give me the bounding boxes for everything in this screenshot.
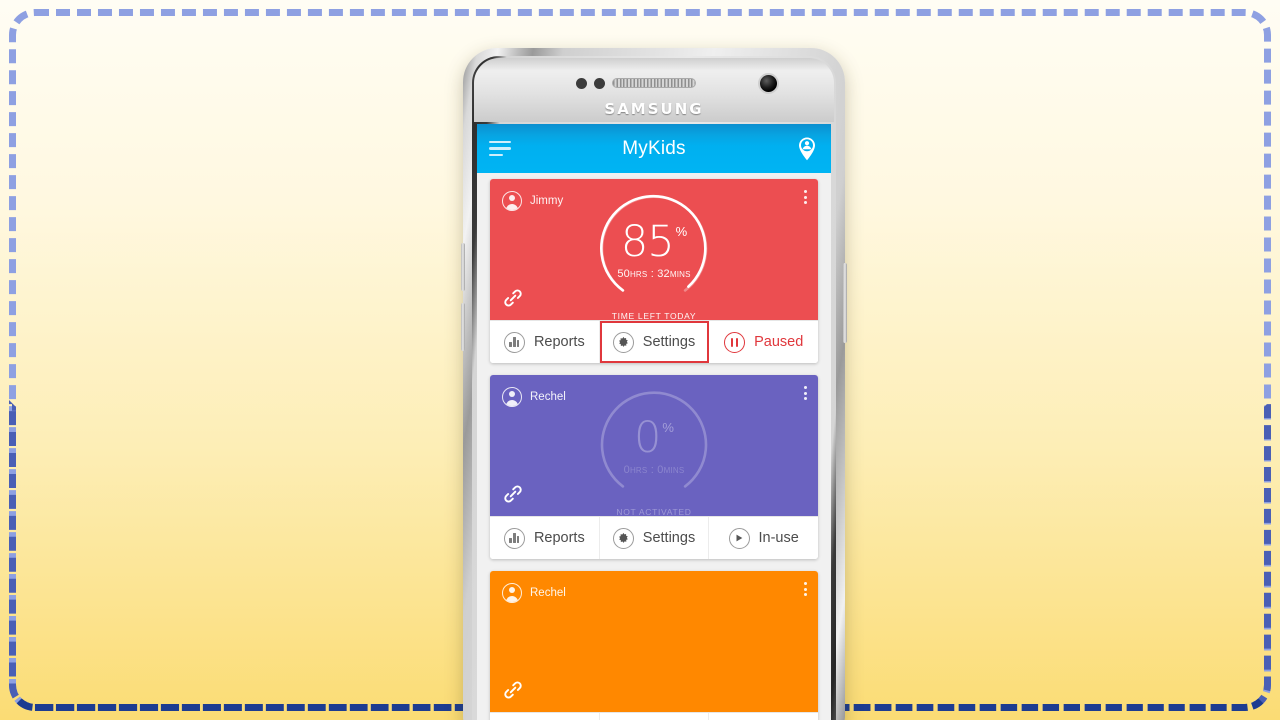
inuse-status-button[interactable]: In-use <box>709 517 818 559</box>
gauge-readout: 85 % 50HRS : 32MINS <box>592 185 716 309</box>
settings-button-label: Settings <box>642 334 696 350</box>
settings-button[interactable]: Settings <box>600 517 710 559</box>
play-icon <box>728 527 750 549</box>
kid-identity: Rechel <box>502 583 566 603</box>
link-chain-icon[interactable] <box>502 679 524 701</box>
gauge-hours-unit: HRS <box>629 269 648 279</box>
kid-name: Jimmy <box>530 195 564 207</box>
user-avatar-icon <box>502 191 522 211</box>
reports-button-label: Reports <box>533 530 585 546</box>
app-bar: MyKids <box>477 124 831 173</box>
kid-name: Rechel <box>530 587 566 599</box>
reports-button[interactable]: Reports <box>490 713 600 720</box>
kid-identity: Rechel <box>502 387 566 407</box>
pause-status-button[interactable]: Paused <box>709 713 818 720</box>
screenshot-canvas: SAMSUNG MyKids Jimmy 85 % 50HRS: 32MINS… <box>0 0 1280 720</box>
light-sensor-icon <box>594 78 605 89</box>
kid-card: Jimmy 85 % 50HRS: 32MINS TIME LEFT TODA… <box>490 179 818 363</box>
volume-up-button[interactable] <box>461 243 465 291</box>
gauge-minutes-unit: MINS <box>663 465 685 475</box>
location-pin-person-icon[interactable] <box>795 136 819 162</box>
proximity-sensor-icon <box>576 78 587 89</box>
device-brand-label: SAMSUNG <box>604 100 704 118</box>
time-gauge: 85 % 50HRS : 32MINS TIME LEFT TODAY <box>592 185 716 321</box>
reports-button[interactable]: Reports <box>490 517 600 559</box>
gauge-percent-sign: % <box>675 223 688 239</box>
gear-icon <box>612 527 634 549</box>
gauge-time-remaining: 0HRS : 0MINS <box>624 464 685 476</box>
front-camera-icon <box>758 73 779 94</box>
gauge-minutes-value: 32 <box>657 267 670 280</box>
kid-card: Rechel <box>490 375 818 559</box>
gauge-percent-sign: % <box>662 419 674 435</box>
gauge-percent-value: 0 <box>634 412 661 463</box>
power-button[interactable] <box>843 263 847 343</box>
earpiece-speaker <box>612 78 696 88</box>
gauge-hours-value: 50 <box>617 267 630 280</box>
bar-chart-icon <box>503 527 525 549</box>
page-title: MyKids <box>622 137 686 159</box>
link-chain-icon[interactable] <box>502 483 524 505</box>
kids-card-list: Jimmy 85 % 50HRS: 32MINS TIME LEFT TODA… <box>477 173 831 720</box>
gauge-percent-value: 85 <box>620 216 675 267</box>
pause-status-button[interactable]: Paused <box>709 321 818 363</box>
kid-name: Rechel <box>530 391 566 403</box>
phone-screen: MyKids Jimmy 85 % 50HRS: 32MINS TIME LE… <box>477 124 831 720</box>
volume-down-button[interactable] <box>461 303 465 351</box>
kid-identity: Jimmy <box>502 191 563 211</box>
reports-button[interactable]: Reports <box>490 321 600 363</box>
kebab-menu-icon[interactable] <box>804 386 807 400</box>
gauge-time-separator: : <box>647 463 658 476</box>
kebab-menu-icon[interactable] <box>804 190 807 204</box>
kebab-menu-icon[interactable] <box>804 582 807 596</box>
phone-mockup: SAMSUNG MyKids Jimmy 85 % 50HRS: 32MINS… <box>461 48 847 720</box>
user-avatar-icon <box>502 387 522 407</box>
settings-button[interactable]: Settings <box>600 713 710 720</box>
gauge-status-label: NOT ACTIVATED <box>616 507 692 517</box>
reports-button-label: Reports <box>533 334 585 350</box>
gauge-time-separator: : <box>647 267 658 280</box>
time-gauge: 0 % 0HRS : 0MINS NOT ACTIVATED <box>592 381 716 517</box>
gauge-hours-unit: HRS <box>629 465 648 475</box>
phone-top-bezel: SAMSUNG <box>474 58 834 122</box>
kid-card-body: Jimmy 85 % 50HRS: 32MINS TIME LEFT TODA… <box>490 179 818 321</box>
user-avatar-icon <box>502 583 522 603</box>
gauge-status-label: TIME LEFT TODAY <box>611 311 697 321</box>
gauge-minutes-unit: MINS <box>669 269 691 279</box>
link-chain-icon[interactable] <box>502 287 524 309</box>
bar-chart-icon <box>503 331 525 353</box>
gauge-readout: 0 % 0HRS : 0MINS <box>592 381 716 505</box>
kid-card: Rechel <box>490 571 818 720</box>
gear-icon <box>612 331 634 353</box>
pause-status-label: Paused <box>754 334 804 350</box>
gauge-time-remaining: 50HRS : 32MINS <box>617 268 690 280</box>
card-action-row: Reports Settings <box>490 320 818 363</box>
pause-icon <box>724 331 746 353</box>
kid-card-body: Rechel <box>490 375 818 517</box>
settings-button[interactable]: Settings <box>599 321 710 363</box>
kid-card-body: Rechel <box>490 571 818 712</box>
inuse-status-label: In-use <box>758 530 799 546</box>
settings-button-label: Settings <box>642 530 696 546</box>
hamburger-menu-icon[interactable] <box>489 140 513 157</box>
card-action-row: Reports Settings <box>490 712 818 720</box>
card-action-row: Reports Settings <box>490 516 818 559</box>
